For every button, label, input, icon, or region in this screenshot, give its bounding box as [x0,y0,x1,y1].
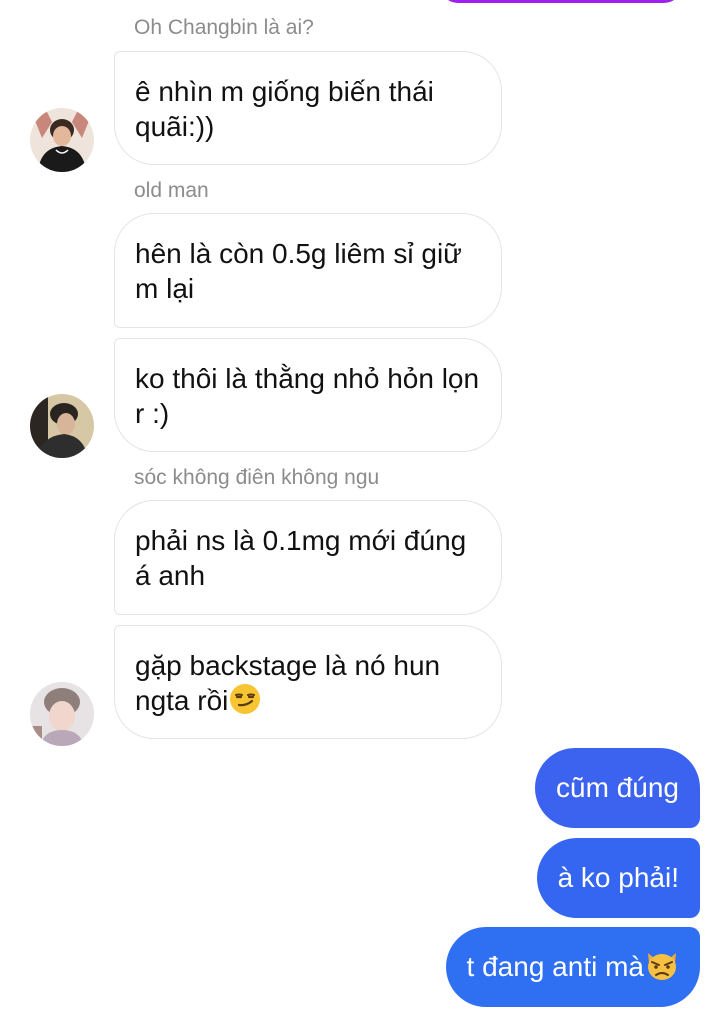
smirking-face-emoji [229,683,261,723]
message-text: gặp backstage là nó hun ngta rồi [135,650,441,716]
outgoing-message-bubble[interactable]: t đang anti mà [445,927,700,1007]
incoming-message-bubble[interactable]: ê nhìn m giống biến thái quãi:)) [114,51,502,165]
message-text: ê nhìn m giống biến thái quãi:)) [135,76,434,142]
message-text: phải ns là 0.1mg mới đúng á anh [135,525,467,591]
message-text: à ko phải! [557,862,679,893]
incoming-message-bubble[interactable]: phải ns là 0.1mg mới đúng á anh [114,500,502,615]
message-text: ko thôi là thằng nhỏ hỏn lọn r :) [135,363,480,429]
message-text: t đang anti mà [466,951,644,982]
avatar[interactable] [30,682,94,746]
avatar[interactable] [30,394,94,458]
pouting-cat-emoji [645,932,679,1012]
incoming-message-bubble[interactable]: ko thôi là thằng nhỏ hỏn lọn r :) [114,338,502,452]
message-text: hên là còn 0.5g liêm sỉ giữ m lại [135,238,462,304]
incoming-message-bubble[interactable]: hên là còn 0.5g liêm sỉ giữ m lại [114,213,502,328]
avatar-photo [30,682,94,746]
sender-name: Oh Changbin là ai? [134,16,314,39]
avatar[interactable] [30,108,94,172]
outgoing-message-bubble[interactable]: cũm đúng [535,748,700,828]
sender-name: old man [134,179,209,202]
message-text: cũm đúng [556,772,679,803]
avatar-photo [30,394,94,458]
avatar-photo [30,108,94,172]
previous-message-bubble-edge[interactable] [440,0,682,3]
outgoing-message-bubble[interactable]: à ko phải! [536,838,700,918]
sender-name: sóc không điên không ngu [134,466,380,489]
incoming-message-bubble[interactable]: gặp backstage là nó hun ngta rồi [114,625,502,739]
